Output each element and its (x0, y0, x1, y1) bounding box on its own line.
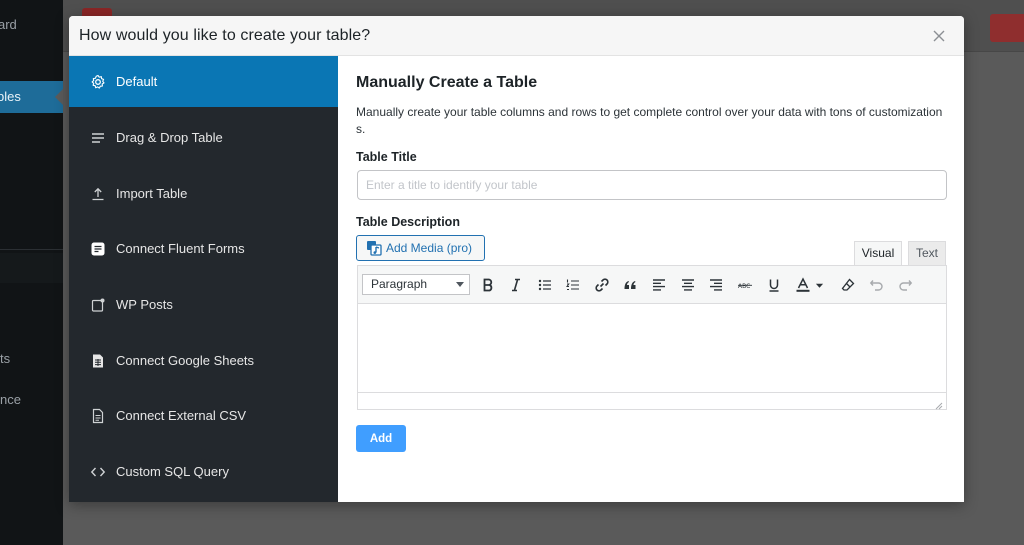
table-title-input[interactable] (357, 170, 947, 200)
wp-admin-sidebar: ard bles ts nce (0, 0, 63, 545)
media-icon (366, 240, 382, 256)
add-media-button[interactable]: Add Media (pro) (356, 235, 485, 261)
menu-item-label: Import Table (116, 186, 188, 201)
numbered-list-icon[interactable] (563, 275, 583, 295)
add-button[interactable]: Add (356, 425, 406, 452)
align-center-icon[interactable] (678, 275, 698, 295)
menu-item-connect-fluent-forms[interactable]: Connect Fluent Forms (69, 223, 338, 274)
description-editor: Paragraph ABC (357, 265, 947, 410)
format-select-value: Paragraph (371, 277, 428, 291)
clear-formatting-icon[interactable] (838, 275, 858, 295)
menu-item-label: WP Posts (116, 297, 173, 312)
modal-header: How would you like to create your table? (69, 16, 964, 56)
wp-menu-item-appearance[interactable]: nce (0, 392, 21, 407)
lines-icon (89, 129, 107, 147)
menu-item-label: Connect Google Sheets (116, 353, 255, 368)
spreadsheet-icon (89, 352, 107, 370)
wp-menu-item-tables[interactable]: bles (0, 81, 63, 113)
menu-item-wp-posts[interactable]: WP Posts (69, 279, 338, 330)
upload-icon (89, 185, 107, 203)
redo-icon[interactable] (895, 275, 915, 295)
table-title-label: Table Title (356, 150, 417, 164)
menu-item-default[interactable]: Default (69, 56, 338, 107)
bold-icon[interactable] (478, 275, 498, 295)
text-color-icon[interactable] (792, 275, 814, 295)
panel-description: Manually create your table columns and r… (356, 105, 943, 136)
strikethrough-icon[interactable]: ABC (735, 275, 755, 295)
creation-method-menu: Default Drag & Drop Table Import Table C… (69, 56, 338, 502)
tab-text[interactable]: Text (908, 241, 946, 265)
add-media-label: Add Media (pro) (386, 241, 473, 255)
undo-icon[interactable] (867, 275, 887, 295)
document-icon (89, 407, 107, 425)
chevron-down-icon (456, 282, 464, 287)
modal-body: Default Drag & Drop Table Import Table C… (69, 56, 964, 502)
tab-visual[interactable]: Visual (854, 241, 902, 265)
wp-menu-item-dashboard[interactable]: ard (0, 17, 17, 32)
editor-toolbar: Paragraph ABC (358, 266, 946, 304)
menu-item-label: Default (116, 74, 158, 89)
editor-statusbar (358, 392, 946, 410)
menu-item-label: Drag & Drop Table (116, 130, 223, 145)
menu-item-label: Connect Fluent Forms (116, 241, 245, 256)
close-icon[interactable] (928, 25, 950, 47)
bullet-list-icon[interactable] (535, 275, 555, 295)
wp-logo-edge (82, 8, 112, 16)
menu-item-label: Custom SQL Query (116, 464, 229, 479)
wp-menu-item-elements[interactable]: ts (0, 351, 10, 366)
align-right-icon[interactable] (706, 275, 726, 295)
link-icon[interactable] (592, 275, 612, 295)
menu-item-custom-sql-query[interactable]: Custom SQL Query (69, 446, 338, 497)
menu-item-drag-drop-table[interactable]: Drag & Drop Table (69, 112, 338, 163)
wp-header-button[interactable] (990, 14, 1024, 42)
gear-icon (89, 73, 107, 91)
table-description-label: Table Description (356, 215, 460, 229)
svg-text:ABC: ABC (738, 283, 750, 290)
paragraph-format-select[interactable]: Paragraph (362, 274, 470, 295)
resize-handle-icon[interactable] (934, 397, 943, 410)
description-text-area[interactable] (358, 304, 946, 393)
wp-menu-item-label: bles (0, 89, 21, 104)
wp-menu-band (0, 253, 63, 283)
code-icon (89, 463, 107, 481)
blockquote-icon[interactable] (620, 275, 640, 295)
panel-title: Manually Create a Table (356, 74, 538, 91)
menu-item-import-table[interactable]: Import Table (69, 168, 338, 219)
menu-item-connect-google-sheets[interactable]: Connect Google Sheets (69, 335, 338, 386)
underline-icon[interactable] (764, 275, 784, 295)
align-left-icon[interactable] (649, 275, 669, 295)
form-icon (89, 240, 107, 258)
menu-item-connect-external-csv[interactable]: Connect External CSV (69, 390, 338, 441)
modal-title: How would you like to create your table? (79, 27, 371, 44)
menu-item-label: Connect External CSV (116, 408, 247, 423)
italic-icon[interactable] (506, 275, 526, 295)
create-table-modal: How would you like to create your table?… (69, 16, 964, 502)
post-icon (89, 296, 107, 314)
wp-menu-separator (0, 249, 63, 250)
manual-table-panel: Manually Create a Table Manually create … (338, 56, 964, 502)
chevron-down-icon[interactable] (813, 275, 825, 295)
active-arrow-icon (55, 89, 63, 105)
